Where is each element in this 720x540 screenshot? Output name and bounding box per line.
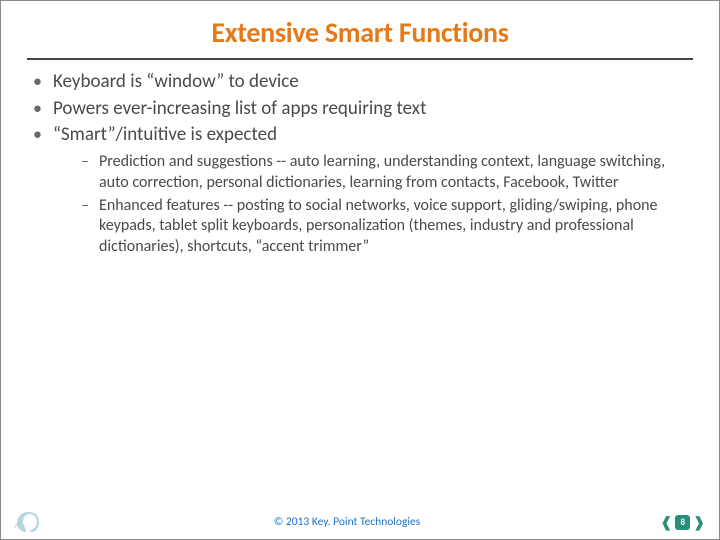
- slide-body: Keyboard is “window” to device Powers ev…: [1, 70, 719, 260]
- slide-title: Extensive Smart Functions: [1, 15, 719, 50]
- bullet-text: “Smart”/intuitive is expected: [53, 123, 277, 146]
- title-wrap: Extensive Smart Functions: [1, 1, 719, 52]
- title-divider: [27, 58, 693, 60]
- footer: © 2013 Key. Point Technologies ❰ 8 ❱: [1, 505, 719, 539]
- sub-bullet-list: Prediction and suggestions -- auto learn…: [53, 152, 691, 258]
- page-number: 8: [675, 515, 690, 530]
- bullet-text: Keyboard is “window” to device: [53, 70, 299, 93]
- sub-bullet-text: Enhanced features -- posting to social n…: [99, 196, 658, 257]
- copyright-text: © 2013 Key. Point Technologies: [45, 515, 649, 529]
- sub-bullet-item: Enhanced features -- posting to social n…: [53, 196, 691, 258]
- page-number-wrap: ❰ 8 ❱: [649, 514, 719, 531]
- bullet-item: Keyboard is “window” to device: [29, 70, 691, 95]
- brace-right-icon: ❱: [693, 514, 705, 531]
- sub-bullet-text: Prediction and suggestions -- auto learn…: [99, 152, 665, 192]
- company-logo-icon: [11, 508, 45, 536]
- bullet-item: Powers ever-increasing list of apps requ…: [29, 97, 691, 122]
- main-bullet-list: Keyboard is “window” to device Powers ev…: [29, 70, 691, 258]
- slide: Extensive Smart Functions Keyboard is “w…: [0, 0, 720, 540]
- brace-left-icon: ❰: [661, 514, 673, 531]
- bullet-item: “Smart”/intuitive is expected Prediction…: [29, 123, 691, 258]
- bullet-text: Powers ever-increasing list of apps requ…: [53, 97, 426, 120]
- sub-bullet-item: Prediction and suggestions -- auto learn…: [53, 152, 691, 194]
